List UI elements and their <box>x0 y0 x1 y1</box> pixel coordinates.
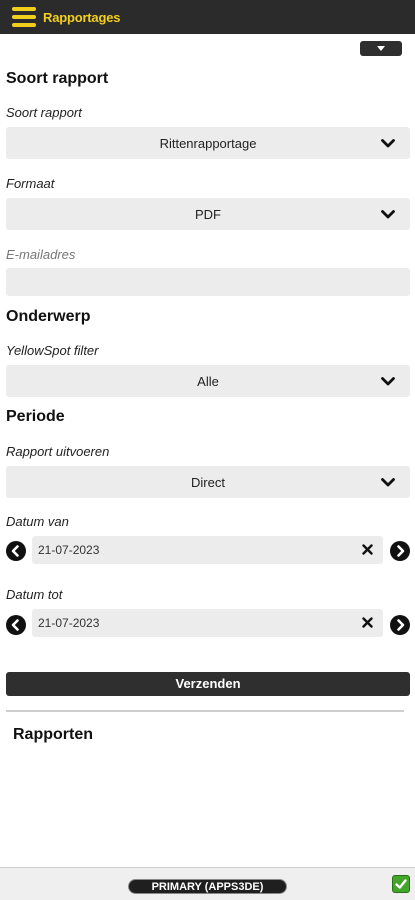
email-field[interactable] <box>6 268 410 296</box>
status-indicator <box>392 875 410 893</box>
page-title: Rapportages <box>43 10 121 25</box>
date-from-label: Datum van <box>6 514 69 529</box>
format-label: Formaat <box>6 176 55 191</box>
report-type-label: Soort rapport <box>6 105 82 120</box>
caret-down-icon <box>377 46 385 51</box>
arrow-right-icon <box>397 545 405 557</box>
date-to-label: Datum tot <box>6 587 63 602</box>
date-to-next-button[interactable] <box>390 615 410 635</box>
run-report-select[interactable]: Direct <box>6 466 410 498</box>
section-title-report-type: Soort rapport <box>6 70 109 87</box>
menu-icon[interactable] <box>12 7 36 27</box>
clear-icon[interactable] <box>362 617 373 628</box>
date-from-value: 21-07-2023 <box>38 543 100 557</box>
footer-bar: PRIMARY (APPS3DE) <box>0 867 415 900</box>
submit-button[interactable]: Verzenden <box>6 672 410 696</box>
chevron-down-icon <box>381 210 395 219</box>
top-bar: Rapportages <box>0 0 415 34</box>
yellowspot-filter-label: YellowSpot filter <box>6 343 99 358</box>
server-badge: PRIMARY (APPS3DE) <box>128 879 287 894</box>
date-from-next-button[interactable] <box>390 541 410 561</box>
date-to-prev-button[interactable] <box>6 615 26 635</box>
section-title-period: Periode <box>6 408 65 425</box>
run-report-label: Rapport uitvoeren <box>6 444 110 459</box>
yellowspot-filter-select[interactable]: Alle <box>6 365 410 397</box>
chevron-down-icon <box>381 139 395 148</box>
report-type-select[interactable]: Rittenrapportage <box>6 127 410 159</box>
section-title-reports: Rapporten <box>13 726 93 743</box>
arrow-left-icon <box>11 545 19 557</box>
report-type-value: Rittenrapportage <box>159 136 257 151</box>
collapse-button[interactable] <box>360 41 402 56</box>
clear-icon[interactable] <box>362 544 373 555</box>
section-title-subject: Onderwerp <box>6 308 91 325</box>
yellowspot-filter-value: Alle <box>197 374 219 389</box>
date-to-value: 21-07-2023 <box>38 616 100 630</box>
chevron-down-icon <box>381 377 395 386</box>
format-select[interactable]: PDF <box>6 198 410 230</box>
chevron-down-icon <box>381 478 395 487</box>
check-icon <box>395 879 407 889</box>
run-report-value: Direct <box>191 475 225 490</box>
date-from-field[interactable]: 21-07-2023 <box>32 536 383 564</box>
arrow-left-icon <box>11 619 19 631</box>
format-value: PDF <box>195 207 221 222</box>
arrow-right-icon <box>397 619 405 631</box>
date-to-field[interactable]: 21-07-2023 <box>32 609 383 637</box>
email-label: E-mailadres <box>6 247 76 262</box>
date-from-prev-button[interactable] <box>6 541 26 561</box>
divider <box>6 710 404 712</box>
